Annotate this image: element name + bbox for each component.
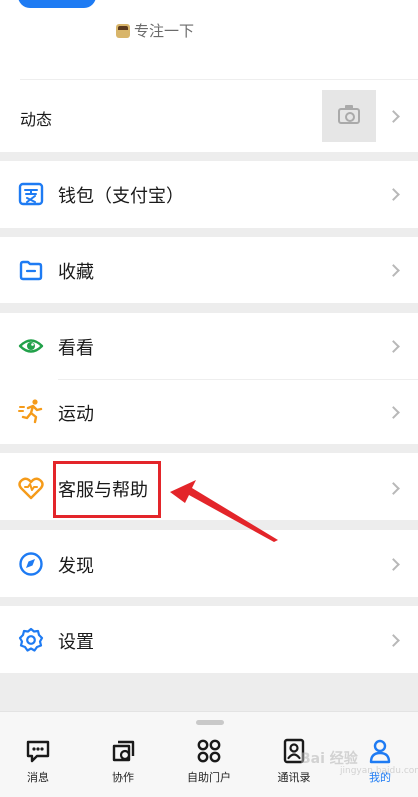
working-emoji-icon <box>116 23 130 38</box>
profile-header: 专注一下 动态 <box>0 0 418 152</box>
red-arrow-annotation <box>170 480 278 542</box>
gear-icon <box>18 627 44 652</box>
status-indicator[interactable]: 专注一下 <box>116 20 194 41</box>
eye-icon <box>18 339 44 353</box>
tab-collaboration[interactable]: 协作 <box>83 737 163 793</box>
moments-label: 动态 <box>20 110 53 129</box>
moments-thumbnail[interactable] <box>322 90 376 142</box>
menu-item-label: 设置 <box>58 632 94 653</box>
folder-icon <box>19 260 43 281</box>
profile-action-button[interactable] <box>18 0 96 8</box>
profile-icon <box>369 739 391 764</box>
menu-item-label: 发现 <box>58 556 94 577</box>
chevron-right-icon <box>387 188 400 201</box>
menu-group-discover: 看看 运动 <box>0 313 418 444</box>
chevron-right-icon <box>387 264 400 277</box>
menu-item-wallet[interactable]: 钱包（支付宝） <box>0 161 418 228</box>
tab-label: 协作 <box>112 771 134 784</box>
tab-label: 通讯录 <box>277 771 311 784</box>
status-text: 专注一下 <box>134 22 195 40</box>
wallet-icon <box>18 182 44 206</box>
watermark-url: jingyan.baidu.com <box>340 766 418 776</box>
menu-item-favorites[interactable]: 收藏 <box>0 237 418 303</box>
chevron-right-icon <box>387 340 400 353</box>
collaboration-icon <box>112 740 135 762</box>
chevron-right-icon <box>387 110 400 123</box>
chevron-right-icon <box>387 482 400 495</box>
chevron-right-icon <box>387 558 400 571</box>
menu-item-settings[interactable]: 设置 <box>0 606 418 673</box>
tab-label: 消息 <box>27 771 49 784</box>
menu-item-label: 看看 <box>58 338 94 359</box>
tab-messages[interactable]: 消息 <box>0 737 78 793</box>
watermark: Bai 经验 <box>300 751 358 767</box>
menu-item-sports[interactable]: 运动 <box>0 380 418 444</box>
divider <box>20 79 418 80</box>
chevron-right-icon <box>387 406 400 419</box>
camera-icon <box>338 105 360 124</box>
heart-icon <box>18 477 44 500</box>
tab-label: 自助门户 <box>187 771 231 784</box>
tab-self-service-portal[interactable]: 自助门户 <box>169 737 249 793</box>
drag-handle[interactable] <box>196 720 224 725</box>
menu-item-label: 收藏 <box>58 262 94 283</box>
menu-item-label: 钱包（支付宝） <box>58 186 184 207</box>
compass-icon <box>19 552 43 576</box>
running-icon <box>18 399 43 424</box>
chevron-right-icon <box>387 634 400 647</box>
message-icon <box>26 740 50 763</box>
menu-item-watch[interactable]: 看看 <box>0 313 418 379</box>
portal-grid-icon <box>197 739 221 763</box>
highlight-box <box>53 461 161 518</box>
menu-item-label: 运动 <box>58 404 94 425</box>
